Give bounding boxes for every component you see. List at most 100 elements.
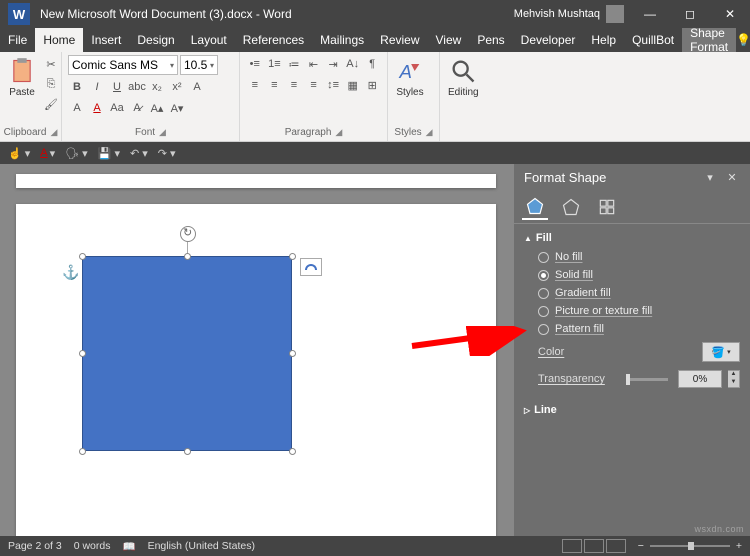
multilevel-list-button[interactable]: ≔ — [285, 55, 303, 73]
qat-redo-button[interactable]: ↷ ▾ — [158, 147, 176, 160]
justify-button[interactable]: ≡ — [305, 76, 323, 94]
fill-color-button[interactable]: 🪣▾ — [702, 342, 740, 362]
qat-save-button[interactable]: 💾 ▾ — [98, 147, 120, 160]
resize-handle-w[interactable] — [79, 350, 86, 357]
anchor-icon[interactable]: ⚓ — [62, 264, 79, 281]
show-marks-button[interactable]: ¶ — [363, 55, 381, 73]
tab-references[interactable]: References — [235, 28, 312, 52]
copy-button[interactable]: ⎘ — [42, 75, 60, 93]
window-restore-button[interactable]: ◻ — [670, 0, 710, 28]
subscript-button[interactable]: x₂ — [148, 78, 166, 96]
zoom-slider[interactable] — [650, 545, 730, 547]
line-section-header[interactable]: ▷Line — [524, 400, 740, 420]
radio-pattern-fill[interactable]: Pattern fill — [524, 320, 740, 338]
paragraph-launcher-icon[interactable]: ◢ — [335, 127, 342, 138]
rotate-handle[interactable] — [180, 226, 196, 242]
status-page[interactable]: Page 2 of 3 — [8, 540, 62, 552]
superscript-button[interactable]: x² — [168, 78, 186, 96]
slider-knob[interactable] — [626, 374, 630, 385]
tab-shape-format[interactable]: Shape Format — [682, 28, 736, 52]
fill-section-header[interactable]: ▲Fill — [524, 228, 740, 248]
paste-button[interactable]: Paste — [6, 55, 38, 100]
change-case-button[interactable]: Aa — [108, 99, 126, 117]
transparency-spinner[interactable]: ▲▼ — [728, 370, 740, 388]
align-right-button[interactable]: ≡ — [285, 76, 303, 94]
layout-options-button[interactable] — [300, 258, 322, 276]
resize-handle-ne[interactable] — [289, 253, 296, 260]
decrease-indent-button[interactable]: ⇤ — [305, 55, 323, 73]
numbering-button[interactable]: 1≡ — [266, 55, 284, 73]
qat-speak-button[interactable]: 🗣 ▾ — [65, 147, 88, 160]
zoom-knob[interactable] — [688, 542, 694, 550]
tab-design[interactable]: Design — [129, 28, 182, 52]
bold-button[interactable]: B — [68, 78, 86, 96]
resize-handle-nw[interactable] — [79, 253, 86, 260]
styles-button[interactable]: A Styles — [394, 55, 426, 100]
highlight-button[interactable]: A — [68, 99, 86, 117]
tab-file[interactable]: File — [0, 28, 35, 52]
styles-launcher-icon[interactable]: ◢ — [426, 127, 433, 138]
bullets-button[interactable]: •≡ — [246, 55, 264, 73]
qat-touch-mode-button[interactable]: ☝ ▾ — [8, 147, 30, 160]
pane-close-button[interactable]: ✕ — [724, 171, 740, 184]
resize-handle-n[interactable] — [184, 253, 191, 260]
tab-home[interactable]: Home — [35, 28, 83, 52]
pane-options-button[interactable]: ▾ — [702, 171, 718, 184]
resize-handle-se[interactable] — [289, 448, 296, 455]
font-launcher-icon[interactable]: ◢ — [159, 127, 166, 138]
resize-handle-e[interactable] — [289, 350, 296, 357]
cut-button[interactable]: ✂ — [42, 55, 60, 73]
selected-shape-rectangle[interactable] — [82, 256, 292, 451]
radio-no-fill[interactable]: No fill — [524, 248, 740, 266]
tab-developer[interactable]: Developer — [513, 28, 584, 52]
borders-button[interactable]: ⊞ — [363, 76, 381, 94]
sort-button[interactable]: A↓ — [344, 55, 362, 73]
radio-solid-fill[interactable]: Solid fill — [524, 266, 740, 284]
radio-gradient-fill[interactable]: Gradient fill — [524, 284, 740, 302]
zoom-out-button[interactable]: − — [638, 540, 644, 552]
text-effects-button[interactable]: A — [188, 78, 206, 96]
increase-indent-button[interactable]: ⇥ — [324, 55, 342, 73]
qat-undo-button[interactable]: ↶ ▾ — [130, 147, 148, 160]
window-close-button[interactable]: ✕ — [710, 0, 750, 28]
italic-button[interactable]: I — [88, 78, 106, 96]
editing-button[interactable]: Editing — [446, 55, 481, 100]
align-left-button[interactable]: ≡ — [246, 76, 264, 94]
tab-view[interactable]: View — [428, 28, 470, 52]
strikethrough-button[interactable]: abc — [128, 78, 146, 96]
status-word-count[interactable]: 0 words — [74, 540, 111, 552]
shrink-font-button[interactable]: A▾ — [168, 99, 186, 117]
transparency-slider[interactable] — [626, 378, 668, 381]
view-web-layout-button[interactable] — [606, 539, 626, 553]
view-print-layout-button[interactable] — [584, 539, 604, 553]
radio-picture-texture-fill[interactable]: Picture or texture fill — [524, 302, 740, 320]
tab-mailings[interactable]: Mailings — [312, 28, 372, 52]
clear-formatting-button[interactable]: A̷ — [128, 99, 146, 117]
tell-me-search[interactable]: 💡 Tell me — [736, 26, 750, 54]
shading-button[interactable]: ▦ — [344, 76, 362, 94]
pane-tab-layout[interactable] — [594, 194, 620, 220]
tab-layout[interactable]: Layout — [183, 28, 235, 52]
tab-insert[interactable]: Insert — [83, 28, 129, 52]
pane-tab-fill-line[interactable] — [522, 194, 548, 220]
font-color-button[interactable]: A — [88, 99, 106, 117]
view-read-mode-button[interactable] — [562, 539, 582, 553]
transparency-value[interactable]: 0% — [678, 370, 722, 388]
zoom-in-button[interactable]: + — [736, 540, 742, 552]
font-name-select[interactable]: Comic Sans MS▾ — [68, 55, 178, 75]
line-spacing-button[interactable]: ↕≡ — [324, 76, 342, 94]
grow-font-button[interactable]: A▴ — [148, 99, 166, 117]
tab-review[interactable]: Review — [372, 28, 427, 52]
format-painter-button[interactable]: 🖌 — [42, 95, 60, 113]
clipboard-launcher-icon[interactable]: ◢ — [50, 127, 57, 138]
resize-handle-s[interactable] — [184, 448, 191, 455]
pane-tab-effects[interactable] — [558, 194, 584, 220]
window-minimize-button[interactable]: — — [630, 0, 670, 28]
status-language[interactable]: English (United States) — [148, 540, 255, 552]
document-region[interactable]: ⚓ — [0, 164, 514, 536]
tab-quillbot[interactable]: QuillBot — [624, 28, 682, 52]
status-spellcheck-icon[interactable]: 📖 — [122, 540, 135, 553]
account-area[interactable]: Mehvish Mushtaq — [514, 5, 624, 23]
resize-handle-sw[interactable] — [79, 448, 86, 455]
tab-pens[interactable]: Pens — [469, 28, 512, 52]
